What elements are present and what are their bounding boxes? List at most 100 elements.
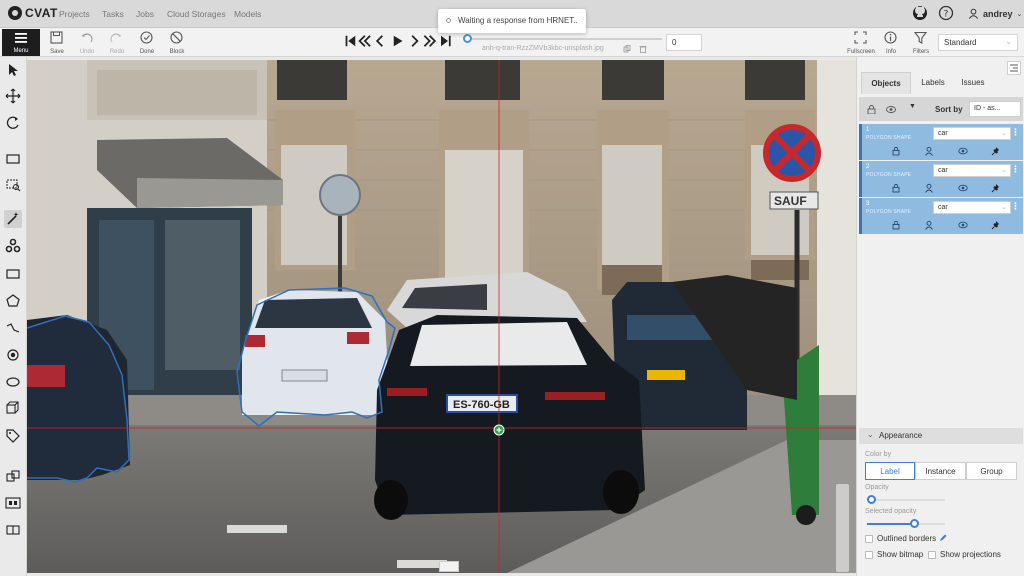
- eye-icon[interactable]: [958, 146, 968, 156]
- selected-opacity-handle[interactable]: [910, 519, 919, 528]
- pin-icon[interactable]: [991, 220, 1001, 230]
- vertical-scrollbar[interactable]: [836, 484, 849, 572]
- show-bitmap-checkbox[interactable]: [865, 551, 873, 559]
- previous-step-icon[interactable]: [358, 35, 371, 47]
- frame-number-input[interactable]: 0: [666, 34, 702, 51]
- more-options-icon[interactable]: ⋮: [1011, 201, 1020, 212]
- next-step-icon[interactable]: [423, 35, 437, 47]
- first-frame-icon[interactable]: [345, 35, 356, 47]
- merge-shapes-icon[interactable]: [4, 467, 22, 485]
- lock-icon[interactable]: [891, 220, 901, 230]
- fit-image-icon[interactable]: [4, 150, 22, 168]
- nav-projects[interactable]: Projects: [59, 9, 90, 19]
- sort-by-label: Sort by: [935, 105, 963, 114]
- last-frame-icon[interactable]: [441, 35, 451, 47]
- object-label-select[interactable]: car ⌄: [933, 127, 1011, 140]
- show-bitmap-label: Show bitmap: [877, 550, 924, 559]
- tab-objects[interactable]: Objects: [861, 72, 911, 94]
- play-icon[interactable]: [393, 35, 403, 47]
- undo-button[interactable]: Undo: [73, 30, 101, 56]
- eye-icon[interactable]: [886, 105, 896, 114]
- split-track-icon[interactable]: [4, 521, 22, 539]
- object-item-3[interactable]: 3 POLYGON SHAPE car ⌄ ⋮: [859, 198, 1023, 234]
- tab-issues[interactable]: Issues: [956, 72, 990, 94]
- save-button[interactable]: Save: [43, 30, 71, 56]
- eye-icon[interactable]: [958, 220, 968, 230]
- lock-icon[interactable]: [891, 146, 901, 156]
- pin-icon[interactable]: [991, 146, 1001, 156]
- chevron-up-icon[interactable]: [439, 561, 459, 572]
- cursor-icon[interactable]: [4, 61, 22, 79]
- pin-icon[interactable]: [991, 183, 1001, 193]
- move-icon[interactable]: [4, 87, 22, 105]
- redo-button[interactable]: Redo: [103, 30, 131, 56]
- info-button[interactable]: Info: [877, 30, 905, 56]
- delete-frame-icon[interactable]: [639, 45, 647, 53]
- ai-tools-button[interactable]: [4, 210, 22, 228]
- nav-models[interactable]: Models: [234, 9, 261, 19]
- object-item-2[interactable]: 2 POLYGON SHAPE car ⌄ ⋮: [859, 161, 1023, 197]
- cvat-logo[interactable]: CVAT: [8, 6, 58, 20]
- caret-down-icon[interactable]: ▼: [909, 103, 916, 110]
- zoom-region-icon[interactable]: [4, 176, 22, 194]
- copy-link-icon[interactable]: [623, 45, 631, 53]
- tab-labels[interactable]: Labels: [912, 72, 954, 94]
- opacity-slider-handle[interactable]: [867, 495, 876, 504]
- menu-button[interactable]: Menu: [2, 29, 40, 56]
- info-label: Info: [885, 49, 896, 55]
- points-tool-icon[interactable]: [4, 346, 22, 364]
- selected-opacity-label: Selected opacity: [865, 508, 917, 515]
- user-icon[interactable]: [924, 183, 934, 193]
- rectangle-tool-icon[interactable]: [4, 265, 22, 283]
- object-type: POLYGON SHAPE: [866, 135, 912, 141]
- previous-frame-icon[interactable]: [375, 35, 383, 47]
- color-by-label-option[interactable]: Label: [865, 462, 915, 480]
- collapse-sidebar-icon[interactable]: [1007, 61, 1021, 75]
- github-icon[interactable]: [912, 5, 928, 21]
- eye-icon[interactable]: [958, 183, 968, 193]
- user-icon[interactable]: [924, 146, 934, 156]
- color-picker-icon[interactable]: [939, 533, 948, 542]
- nav-tasks[interactable]: Tasks: [102, 9, 124, 19]
- more-options-icon[interactable]: ⋮: [1011, 127, 1020, 138]
- sort-select[interactable]: ID - as...: [969, 101, 1021, 117]
- user-icon[interactable]: [924, 220, 934, 230]
- object-label-select[interactable]: car ⌄: [933, 201, 1011, 214]
- object-item-1[interactable]: 1 POLYGON SHAPE car ⌄ ⋮: [859, 124, 1023, 160]
- frame-slider[interactable]: [466, 38, 662, 40]
- next-frame-icon[interactable]: [411, 35, 419, 47]
- appearance-collapse-header[interactable]: ⌄ Appearance: [859, 428, 1023, 444]
- frame-slider-handle[interactable]: [463, 34, 472, 43]
- opacity-slider[interactable]: [867, 499, 945, 501]
- opencv-icon[interactable]: [4, 237, 22, 255]
- color-by-group-option[interactable]: Group: [966, 462, 1017, 480]
- done-button[interactable]: Done: [133, 30, 161, 56]
- workspace-select[interactable]: Standard ⌄: [938, 34, 1018, 51]
- ellipse-tool-icon[interactable]: [4, 373, 22, 391]
- polygon-tool-icon[interactable]: [4, 292, 22, 310]
- outlined-borders-checkbox[interactable]: [865, 535, 873, 543]
- chevron-down-icon: ⌄: [1016, 10, 1023, 18]
- loading-icon: [446, 18, 451, 23]
- fullscreen-button[interactable]: Fullscreen: [847, 30, 875, 56]
- annotation-canvas[interactable]: SAUF ES-760-GB: [27, 60, 856, 573]
- polyline-tool-icon[interactable]: [4, 319, 22, 337]
- nav-jobs[interactable]: Jobs: [136, 9, 154, 19]
- show-projections-checkbox[interactable]: [928, 551, 936, 559]
- more-options-icon[interactable]: ⋮: [1011, 164, 1020, 175]
- nav-cloud-storages[interactable]: Cloud Storages: [167, 9, 226, 19]
- user-menu[interactable]: andrey ⌄: [968, 8, 1022, 19]
- color-by-instance-option[interactable]: Instance: [915, 462, 966, 480]
- cuboid-tool-icon[interactable]: [4, 399, 22, 417]
- object-label-select[interactable]: car ⌄: [933, 164, 1011, 177]
- car-polygon-2[interactable]: [236, 287, 396, 427]
- group-shapes-icon[interactable]: [4, 494, 22, 512]
- help-icon[interactable]: ?: [938, 5, 954, 21]
- rotate-icon[interactable]: [4, 114, 22, 132]
- tag-icon[interactable]: [4, 427, 22, 445]
- lock-icon[interactable]: [891, 183, 901, 193]
- frame-filename: anh-q-tran-RzzZMVb3kbc-unsplash.jpg: [482, 45, 604, 52]
- filters-button[interactable]: Filters: [907, 30, 935, 56]
- block-button[interactable]: Block: [163, 30, 191, 56]
- lock-icon[interactable]: [867, 105, 876, 114]
